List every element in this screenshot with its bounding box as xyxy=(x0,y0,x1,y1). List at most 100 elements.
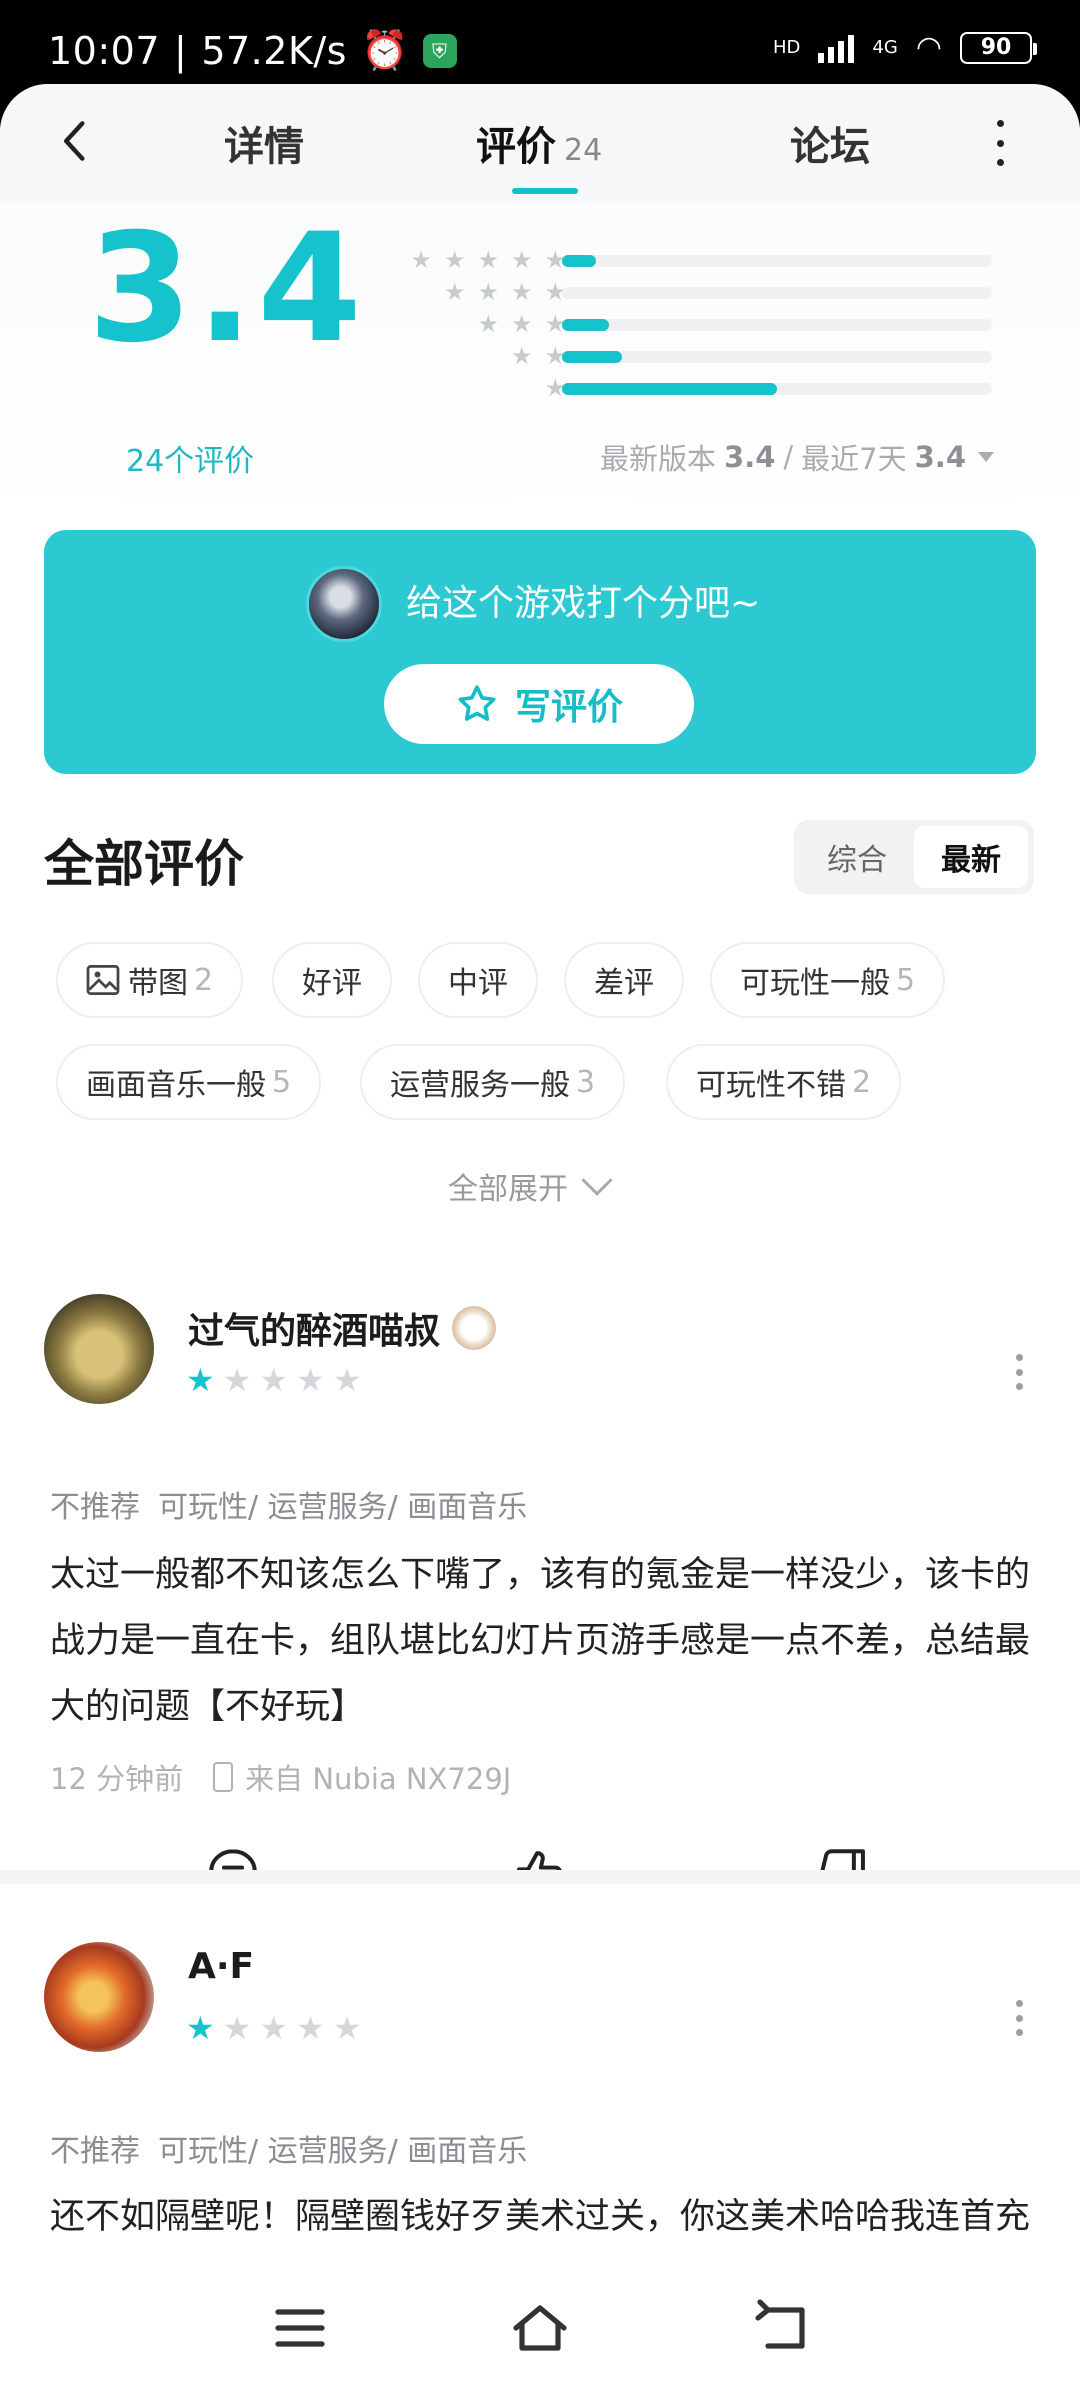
version-filter[interactable]: 最新版本 3.4 / 最近7天 3.4 xyxy=(600,436,994,478)
star-icon: ★ xyxy=(443,278,466,306)
histogram-row-4-star: ★ ★ ★ ★ xyxy=(366,276,996,308)
star-empty-icon: ★ xyxy=(332,2009,362,2047)
review-username[interactable]: 过气的醉酒喵叔 xyxy=(188,1302,497,1354)
home-icon[interactable] xyxy=(510,2298,570,2358)
chip-playability-good[interactable]: 可玩性不错 2 xyxy=(666,1044,902,1120)
avatar[interactable] xyxy=(44,1942,154,2052)
rate-prompt: 给这个游戏打个分吧~ xyxy=(406,583,761,624)
wifi-icon: ◠ xyxy=(915,30,942,65)
write-review-label: 写评价 xyxy=(514,687,623,728)
status-speed: 57.2K/s xyxy=(201,28,347,73)
chip-label: 带图 xyxy=(128,966,188,1001)
histogram-track xyxy=(562,351,992,363)
system-nav-bar xyxy=(0,2250,1080,2400)
review-more-button[interactable] xyxy=(1014,2000,1024,2036)
expand-label: 全部展开 xyxy=(448,1172,568,1207)
chip-label: 中评 xyxy=(448,966,508,1001)
chip-label: 好评 xyxy=(302,966,362,1001)
battery-level: 90 xyxy=(980,35,1012,60)
tab-review-label: 评价 xyxy=(476,124,556,170)
status-bar: 10:07 | 57.2K/s ⏰ ⛨ HD 4G ◠ 90 xyxy=(0,0,1080,96)
star-icon: ★ xyxy=(443,246,466,274)
chip-positive[interactable]: 好评 xyxy=(272,942,392,1018)
rate-prompt-card: 给这个游戏打个分吧~ 写评价 xyxy=(44,530,1036,774)
expand-all-button[interactable]: 全部展开 xyxy=(448,1164,613,1208)
histogram-bar xyxy=(562,255,597,267)
chip-label: 运营服务一般 xyxy=(390,1068,570,1103)
phone-icon xyxy=(213,1762,234,1792)
review-text: 太过一般都不知该怎么下嘴了，该有的氪金是一样没少，该卡的战力是一直在卡，组队堪比… xyxy=(50,1555,1031,1727)
tab-review-count: 24 xyxy=(564,133,603,168)
tab-detail[interactable]: 详情 xyxy=(224,114,304,172)
star-icon: ★ xyxy=(510,278,533,306)
shield-icon: ⛨ xyxy=(422,33,457,68)
sort-comprehensive[interactable]: 综合 xyxy=(800,826,914,888)
review-username[interactable]: A·F xyxy=(188,1946,254,1987)
chip-graphics-music-average[interactable]: 画面音乐一般 5 xyxy=(56,1044,322,1120)
review-count: 24个评价 xyxy=(126,444,255,479)
avatar[interactable] xyxy=(44,1294,154,1404)
status-right: HD 4G ◠ 90 xyxy=(773,30,1037,65)
chip-negative[interactable]: 差评 xyxy=(564,942,684,1018)
recommend-label: 不推荐 xyxy=(50,2134,140,2169)
star-filled-icon: ★ xyxy=(186,1361,215,1399)
page-sheet: 详情 评价 24 论坛 3.4 24个评价 ★ ★ ★ ★ ★ ★ ★ ★ ★ ★ ★ ★ ★ ★ ★ 最新版… xyxy=(0,84,1080,2400)
star-outline-icon xyxy=(458,685,496,721)
write-review-button[interactable]: 写评价 xyxy=(384,664,694,744)
recent-label: 最近7天 xyxy=(801,442,907,476)
back-button[interactable] xyxy=(50,116,100,166)
review-time: 12 分钟前 xyxy=(50,1762,184,1796)
chip-playability-average[interactable]: 可玩性一般 5 xyxy=(710,942,946,1018)
chip-count: 2 xyxy=(852,1064,872,1100)
star-filled-icon: ★ xyxy=(186,2009,215,2047)
sort-latest[interactable]: 最新 xyxy=(914,826,1028,888)
review-device: 来自 Nubia NX729J xyxy=(245,1762,512,1796)
histogram-stars: ★ ★ xyxy=(511,340,566,372)
chip-operation-average[interactable]: 运营服务一般 3 xyxy=(360,1044,626,1120)
chip-label: 画面音乐一般 xyxy=(86,1068,266,1103)
histogram-row-3-star: ★ ★ ★ xyxy=(366,308,996,340)
chip-with-image[interactable]: 带图 2 xyxy=(56,942,244,1018)
version-label: 最新版本 xyxy=(600,442,717,476)
more-button[interactable] xyxy=(990,120,1010,166)
star-empty-icon: ★ xyxy=(296,1361,325,1399)
star-empty-icon: ★ xyxy=(259,2009,289,2047)
back-icon[interactable] xyxy=(750,2298,810,2358)
divider xyxy=(0,1870,1080,1884)
histogram-bar xyxy=(562,351,623,363)
status-divider: | xyxy=(174,28,188,73)
histogram-track xyxy=(562,319,992,331)
chip-count: 3 xyxy=(576,1064,596,1100)
battery-icon: 90 xyxy=(960,31,1037,64)
chip-label: 可玩性不错 xyxy=(696,1068,846,1103)
histogram-track xyxy=(562,383,992,395)
review-more-button[interactable] xyxy=(1014,1354,1024,1390)
star-empty-icon: ★ xyxy=(222,1361,252,1399)
chevron-down-icon xyxy=(581,1164,613,1196)
tab-indicator xyxy=(512,188,578,194)
tab-forum[interactable]: 论坛 xyxy=(790,114,870,172)
image-icon xyxy=(86,965,120,995)
chip-count: 5 xyxy=(896,962,916,998)
user-badge-icon xyxy=(452,1306,497,1350)
tags-text: 可玩性/ 运营服务/ 画面音乐 xyxy=(158,1490,528,1525)
menu-icon[interactable] xyxy=(270,2298,330,2358)
tab-review[interactable]: 评价 24 xyxy=(476,114,602,172)
star-empty-icon: ★ xyxy=(296,2009,325,2047)
histogram-track xyxy=(562,287,992,299)
status-left: 10:07 | 57.2K/s ⏰ ⛨ xyxy=(48,28,457,73)
histogram-track xyxy=(562,255,992,267)
top-nav: 详情 评价 24 论坛 xyxy=(0,84,1080,202)
histogram-stars: ★ ★ ★ ★ ★ xyxy=(410,244,566,276)
chip-label: 可玩性一般 xyxy=(740,966,890,1001)
username-text: A·F xyxy=(188,1946,255,1987)
hd-icon: HD xyxy=(773,37,801,58)
chip-count: 5 xyxy=(272,1064,292,1100)
sort-toggle: 综合 最新 xyxy=(794,820,1034,894)
chip-neutral[interactable]: 中评 xyxy=(418,942,538,1018)
star-empty-icon: ★ xyxy=(222,2009,252,2047)
signal-label: 4G xyxy=(872,37,898,58)
star-empty-icon: ★ xyxy=(332,1361,362,1399)
star-icon: ★ xyxy=(477,310,499,338)
star-icon: ★ xyxy=(477,278,499,306)
